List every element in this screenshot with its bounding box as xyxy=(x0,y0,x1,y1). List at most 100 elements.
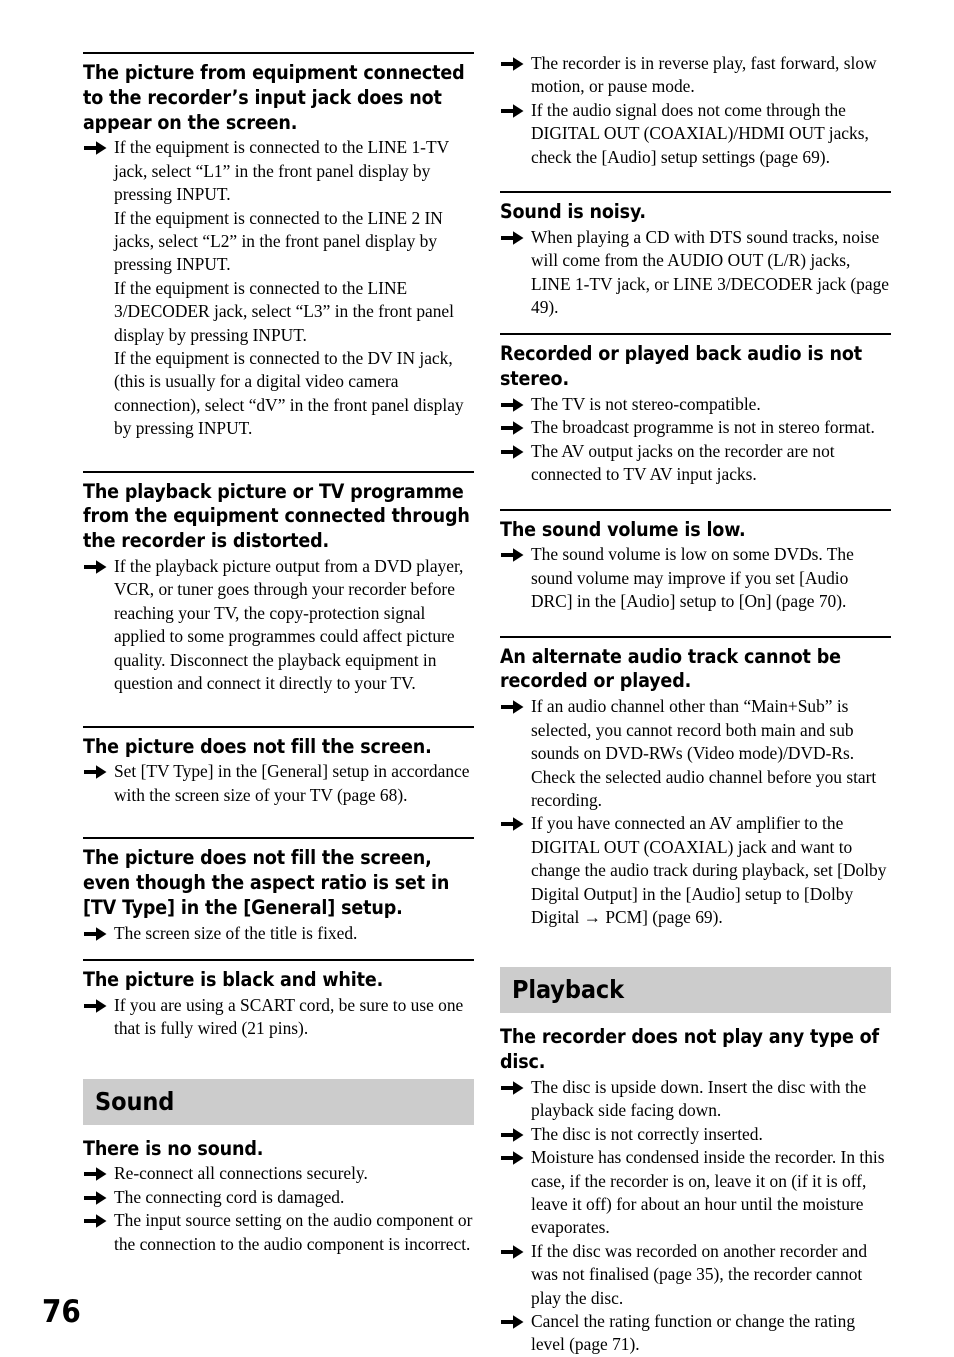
section-heading-sound: Sound xyxy=(83,1078,474,1125)
tip-text: If the playback picture output from a DV… xyxy=(114,555,474,695)
tip-item: The connecting cord is damaged. xyxy=(83,1186,474,1209)
tip-item: The disc is not correctly inserted. xyxy=(500,1123,891,1146)
entry-title: The picture does not fill the screen, ev… xyxy=(83,846,450,919)
tip-line: Set [TV Type] in the [General] setup in … xyxy=(114,761,470,805)
document-page: The picture from equipment connected to … xyxy=(0,0,954,1354)
tip-item: If the disc was recorded on another reco… xyxy=(500,1240,891,1310)
tip-line: If the equipment is connected to the DV … xyxy=(114,348,464,439)
tip-line: If you have connected an AV amplifier to… xyxy=(531,813,887,927)
arrow-right-icon xyxy=(84,926,107,942)
troubleshoot-entry: The sound volume is low. The sound volum… xyxy=(500,508,891,614)
tip-list: The screen size of the title is fixed. xyxy=(83,922,474,945)
arrow-right-icon xyxy=(84,1213,107,1229)
tip-line: The disc is not correctly inserted. xyxy=(531,1123,763,1144)
entry-title: The picture does not fill the screen. xyxy=(83,734,432,758)
troubleshoot-entry: The recorder does not play any type of d… xyxy=(500,1025,891,1356)
tip-text: The recorder is in reverse play, fast fo… xyxy=(531,52,891,99)
tip-text: If the equipment is connected to the LIN… xyxy=(114,136,474,440)
tip-line: The screen size of the title is fixed. xyxy=(114,922,358,943)
arrow-right-icon xyxy=(501,547,524,563)
tip-list: When playing a CD with DTS sound tracks,… xyxy=(500,226,891,320)
entry-title: The playback picture or TV programme fro… xyxy=(83,479,470,553)
tip-list: The disc is upside down. Insert the disc… xyxy=(500,1076,891,1357)
tip-item: If the playback picture output from a DV… xyxy=(83,555,474,695)
tip-list: If the equipment is connected to the LIN… xyxy=(83,136,474,440)
tip-item: Re-connect all connections securely. xyxy=(83,1162,474,1185)
tip-text: Moisture has condensed inside the record… xyxy=(531,1146,891,1240)
arrow-right-icon xyxy=(84,1190,107,1206)
tip-text: The screen size of the title is fixed. xyxy=(114,922,474,945)
tip-line: The sound volume is low on some DVDs. Th… xyxy=(531,544,854,612)
arrow-right-icon xyxy=(84,998,107,1014)
entry-title: The picture from equipment connected to … xyxy=(83,61,465,134)
troubleshoot-entry: There is no sound. Re-connect all connec… xyxy=(83,1137,474,1256)
arrow-right-icon xyxy=(501,816,524,832)
tip-line: If an audio channel other than “Main+Sub… xyxy=(531,696,877,810)
continued-tip-list: The recorder is in reverse play, fast fo… xyxy=(500,52,891,169)
tip-text: The AV output jacks on the recorder are … xyxy=(531,440,891,487)
tip-line: Moisture has condensed inside the record… xyxy=(531,1147,885,1238)
tip-line: The disc is upside down. Insert the disc… xyxy=(531,1076,867,1121)
tip-line: The AV output jacks on the recorder are … xyxy=(531,440,835,485)
tip-item: Cancel the rating function or change the… xyxy=(500,1310,891,1357)
tip-line: If the disc was recorded on another reco… xyxy=(531,1240,868,1308)
tip-text: Cancel the rating function or change the… xyxy=(531,1310,891,1357)
tip-item: The broadcast programme is not in stereo… xyxy=(500,416,891,439)
tip-line: If the equipment is connected to the LIN… xyxy=(114,207,443,275)
tip-item: If an audio channel other than “Main+Sub… xyxy=(500,695,891,812)
tip-text: The disc is upside down. Insert the disc… xyxy=(531,1076,891,1123)
tip-line: Cancel the rating function or change the… xyxy=(531,1311,856,1355)
arrow-right-icon xyxy=(501,1127,524,1143)
entry-title: Sound is noisy. xyxy=(500,200,646,224)
arrow-right-icon xyxy=(501,444,524,460)
troubleshoot-entry: The picture does not fill the screen. Se… xyxy=(83,725,474,808)
tip-item: The screen size of the title is fixed. xyxy=(83,922,474,945)
entry-title: The recorder does not play any type of d… xyxy=(500,1025,880,1074)
troubleshoot-entry: Recorded or played back audio is not ste… xyxy=(500,333,891,486)
tip-text: Set [TV Type] in the [General] setup in … xyxy=(114,760,474,807)
troubleshoot-entry: The playback picture or TV programme fro… xyxy=(83,470,474,696)
tip-list: If you are using a SCART cord, be sure t… xyxy=(83,994,474,1041)
tip-line: The input source setting on the audio co… xyxy=(114,1210,473,1254)
tip-line: If the equipment is connected to the LIN… xyxy=(114,277,454,345)
troubleshoot-entry: The picture does not fill the screen, ev… xyxy=(83,837,474,945)
arrow-right-icon xyxy=(501,103,524,119)
arrow-right-icon xyxy=(84,140,107,156)
arrow-right-icon xyxy=(84,1166,107,1182)
arrow-right-icon xyxy=(84,559,107,575)
tip-text: The connecting cord is damaged. xyxy=(114,1186,474,1209)
tip-text: The disc is not correctly inserted. xyxy=(531,1123,891,1146)
tip-line: If the audio signal does not come throug… xyxy=(531,99,869,167)
arrow-right-icon xyxy=(501,699,524,715)
tip-item: The sound volume is low on some DVDs. Th… xyxy=(500,543,891,613)
arrow-right-icon xyxy=(501,230,524,246)
tip-list: Re-connect all connections securely. The… xyxy=(83,1162,474,1256)
tip-line: If you are using a SCART cord, be sure t… xyxy=(114,994,464,1039)
troubleshoot-entry: The picture is black and white. If you a… xyxy=(83,958,474,1041)
arrow-right-icon xyxy=(501,1314,524,1330)
entry-title: The sound volume is low. xyxy=(500,517,746,541)
entry-title: The picture is black and white. xyxy=(83,967,384,991)
tip-line: The recorder is in reverse play, fast fo… xyxy=(531,53,877,97)
tip-text: If you are using a SCART cord, be sure t… xyxy=(114,994,474,1041)
tip-text: If an audio channel other than “Main+Sub… xyxy=(531,695,891,812)
tip-list: Set [TV Type] in the [General] setup in … xyxy=(83,760,474,807)
tip-item: If the equipment is connected to the LIN… xyxy=(83,136,474,440)
tip-item: Moisture has condensed inside the record… xyxy=(500,1146,891,1240)
tip-line: Re-connect all connections securely. xyxy=(114,1163,368,1184)
tip-text: The TV is not stereo-compatible. xyxy=(531,393,891,416)
tip-line: When playing a CD with DTS sound tracks,… xyxy=(531,226,890,318)
tip-item: When playing a CD with DTS sound tracks,… xyxy=(500,226,891,320)
tip-text: The sound volume is low on some DVDs. Th… xyxy=(531,543,891,613)
tip-text: Re-connect all connections securely. xyxy=(114,1162,474,1185)
tip-item: The input source setting on the audio co… xyxy=(83,1209,474,1256)
tip-text: When playing a CD with DTS sound tracks,… xyxy=(531,226,891,320)
tip-item: If you have connected an AV amplifier to… xyxy=(500,812,891,929)
tip-text: The broadcast programme is not in stereo… xyxy=(531,416,891,439)
troubleshoot-entry: An alternate audio track cannot be recor… xyxy=(500,635,891,930)
tip-line: If the playback picture output from a DV… xyxy=(114,556,464,694)
tip-line: The broadcast programme is not in stereo… xyxy=(531,417,875,438)
troubleshoot-entry: The picture from equipment connected to … xyxy=(83,52,474,441)
arrow-right-icon xyxy=(501,1080,524,1096)
entry-title: Recorded or played back audio is not ste… xyxy=(500,342,862,391)
